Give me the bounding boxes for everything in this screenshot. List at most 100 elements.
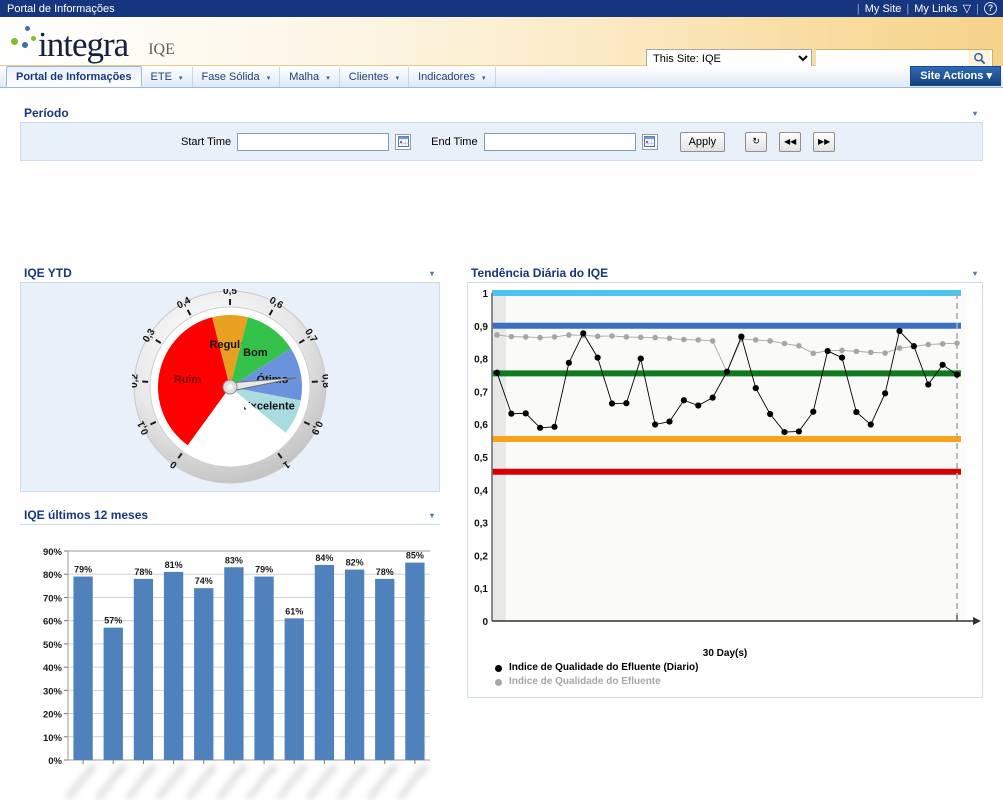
nav-tab-malha[interactable]: Malha ▾ [280,67,340,87]
page-body: Período ▾ Start Time End Time [0,88,1003,740]
data-point [753,385,759,391]
line-chart-body: 00,10,20,30,40,50,60,70,80,91 30 Day(s) … [467,283,983,698]
bar [375,579,394,760]
iqe-12-meses-title: IQE últimos 12 meses [24,508,148,522]
svg-text:0,2: 0,2 [132,373,141,388]
svg-text:0%: 0% [48,756,62,767]
data-point [796,343,802,349]
end-calendar-icon[interactable] [642,134,658,150]
bar [315,565,334,760]
data-point [609,400,615,406]
bar-chart-body: 0%10%20%30%40%50%60%70%80%90%79%57%78%81… [20,525,440,800]
svg-text:0,9: 0,9 [474,322,488,333]
svg-text:0,5: 0,5 [474,453,488,464]
data-point [494,370,500,376]
data-point [638,356,644,362]
start-time-label: Start Time [181,136,231,148]
data-point [552,334,558,340]
site-actions-button[interactable]: Site Actions ▾ [910,66,1001,86]
refresh-button[interactable]: ↻ [745,132,767,152]
bar [345,570,364,760]
my-links-link[interactable]: My Links [914,3,957,15]
help-icon[interactable]: ? [984,2,997,15]
nav-tab-fase-solida[interactable]: Fase Sólida ▾ [193,67,281,87]
chevron-down-icon: ▾ [326,75,330,82]
nav-tab-portal[interactable]: Portal de Informações [6,66,142,87]
nav-tab-clientes[interactable]: Clientes ▾ [340,67,409,87]
svg-text:0: 0 [482,617,488,628]
svg-text:78%: 78% [134,567,152,577]
data-point [925,381,931,387]
integra-dots-icon [10,22,38,56]
legend-label: Indice de Qualidade do Efluente (Diario) [509,661,698,675]
data-point [710,338,716,344]
iqe-ytd-header: IQE YTD ▾ [20,266,440,283]
apply-button[interactable]: Apply [680,132,726,152]
svg-text:0,8: 0,8 [474,355,488,366]
divider: | [976,3,979,15]
svg-text:mmm/aa: mmm/aa [395,761,431,800]
data-point [523,334,529,340]
data-point [667,335,673,341]
data-point [609,333,615,339]
data-point [954,372,960,378]
chevron-down-icon[interactable]: ▽ [963,2,971,15]
legend-marker-icon [495,679,502,686]
data-point [810,351,816,357]
data-point [825,348,831,354]
site-actions-label: Site Actions [920,70,983,82]
webpart-menu-icon[interactable]: ▾ [430,269,436,278]
nav-tab-label: Clientes [349,71,389,83]
data-point [724,369,730,375]
page-title: IQE [148,41,175,59]
data-point [940,362,946,368]
bar [254,577,273,760]
webpart-menu-icon[interactable]: ▾ [973,109,979,118]
data-point [638,334,644,340]
data-point [767,338,773,344]
search-input[interactable] [816,51,968,66]
periodo-webpart: Período ▾ Start Time End Time [20,106,983,161]
iqe-ytd-title: IQE YTD [24,266,72,280]
end-time-input[interactable] [484,133,636,151]
data-point [710,395,716,401]
nav-tab-label: Portal de Informações [16,71,132,83]
nav-tab-label: Indicadores [418,71,475,83]
periodo-title: Período [24,106,69,120]
data-point [781,429,787,435]
iqe-ytd-webpart: IQE YTD ▾ RuimRegularBomÓtimoExcelente00… [20,266,440,492]
iqe-12-meses-header: IQE últimos 12 meses ▾ [20,508,440,525]
data-point [624,334,630,340]
data-point [652,421,658,427]
data-point [896,328,902,334]
site-logo[interactable]: integra IQE [10,22,175,62]
svg-text:0,3: 0,3 [474,519,488,530]
data-point [681,337,687,343]
start-calendar-icon[interactable] [395,134,411,150]
portal-home-link[interactable]: Portal de Informações [7,3,115,15]
data-point [753,337,759,343]
data-point [566,360,572,366]
chevron-down-icon: ▾ [482,75,486,82]
my-site-link[interactable]: My Site [865,3,902,15]
data-point [868,421,874,427]
nav-tab-ete[interactable]: ETE ▾ [142,67,193,87]
webpart-menu-icon[interactable]: ▾ [973,269,979,278]
data-point [954,340,960,346]
start-time-input[interactable] [237,133,389,151]
data-point [566,332,572,338]
nav-tab-indicadores[interactable]: Indicadores ▾ [409,67,495,87]
svg-text:78%: 78% [376,567,394,577]
data-point [537,425,543,431]
main-navigation: Portal de Informações ETE ▾ Fase Sólida … [0,66,1003,88]
search-icon[interactable] [968,50,990,67]
webpart-menu-icon[interactable]: ▾ [430,511,436,520]
nav-tab-label: Malha [289,71,319,83]
highlight-band [492,293,506,621]
svg-text:90%: 90% [43,547,63,558]
bar [405,563,424,760]
previous-period-button[interactable]: ◀◀ [779,132,801,152]
data-point [796,428,802,434]
data-point [925,342,931,348]
next-period-button[interactable]: ▶▶ [813,132,835,152]
